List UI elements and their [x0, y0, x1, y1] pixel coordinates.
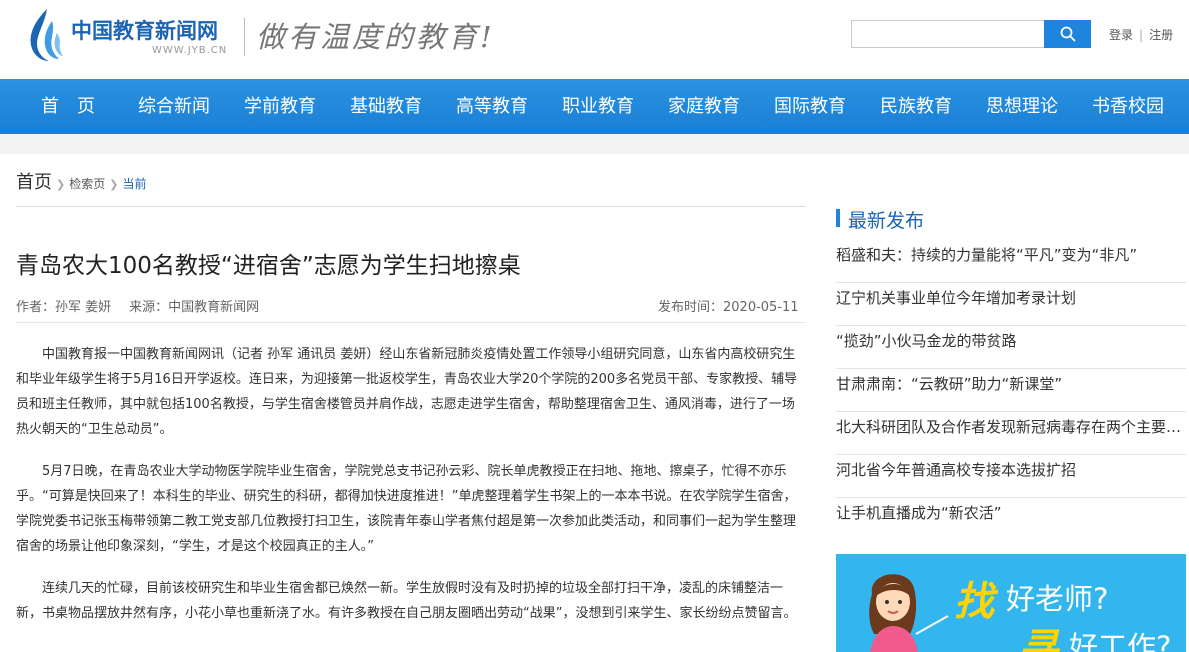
ad-keyword-find: 找	[954, 579, 994, 625]
site-slogan: 做有温度的教育!	[256, 20, 495, 54]
latest-news-item[interactable]: 辽宁机关事业单位今年增加考录计划	[836, 283, 1186, 326]
site-logo-url: WWW.JYB.CN	[152, 45, 228, 56]
latest-news-item[interactable]: 甘肃肃南：“云教研”助力“新课堂”	[836, 369, 1186, 412]
ad-keyword-seek: 寻	[1018, 626, 1058, 652]
flame-logo-icon[interactable]	[25, 7, 65, 63]
auth-links: 登录 | 注册	[1109, 26, 1173, 43]
auth-separator: |	[1139, 28, 1144, 42]
latest-news-item[interactable]: “揽劲”小伙马金龙的带贫路	[836, 326, 1186, 369]
login-link[interactable]: 登录	[1109, 28, 1133, 42]
latest-news-item[interactable]: 北大科研团队及合作者发现新冠病毒存在两个主要亚型	[836, 412, 1186, 455]
search-icon	[1060, 26, 1075, 42]
nav-item-home[interactable]: 首 页	[41, 79, 95, 134]
article-body: 中国教育报一中国教育新闻网讯（记者 孙军 通讯员 姜妍）经山东省新冠肺炎疫情处置…	[16, 342, 806, 643]
nav-item-preschool[interactable]: 学前教育	[244, 79, 316, 134]
breadcrumb: 首页 ❯ 检索页 ❯ 当前	[16, 168, 146, 194]
latest-news-item[interactable]: 河北省今年普通高校专接本选拔扩招	[836, 455, 1186, 498]
breadcrumb-home[interactable]: 首页	[16, 172, 52, 193]
site-header: 中国教育新闻网 WWW.JYB.CN 做有温度的教育! 登录 | 注册	[0, 0, 1189, 79]
article-paragraph: 中国教育报一中国教育新闻网讯（记者 孙军 通讯员 姜妍）经山东省新冠肺炎疫情处置…	[16, 347, 798, 437]
search-button[interactable]	[1044, 20, 1091, 48]
article-publish-time: 发布时间：2020-05-11	[658, 300, 799, 315]
nav-item-campus[interactable]: 书香校园	[1092, 79, 1164, 134]
nav-item-theory[interactable]: 思想理论	[986, 79, 1058, 134]
chevron-right-icon: ❯	[109, 178, 119, 191]
site-logo-name[interactable]: 中国教育新闻网	[71, 15, 218, 45]
article-paragraph: 连续几天的忙碌，目前该校研究生和毕业生宿舍都已焕然一新。学生放假时没有及时扔掉的…	[16, 581, 797, 621]
section-marker	[836, 209, 840, 227]
article-source: 来源：中国教育新闻网	[129, 300, 260, 315]
latest-news-title: 最新发布	[848, 210, 925, 232]
page: 中国教育新闻网 WWW.JYB.CN 做有温度的教育! 登录 | 注册 首 页 综合…	[0, 0, 1189, 652]
section-spacer	[0, 134, 1189, 154]
register-link[interactable]: 注册	[1149, 28, 1173, 42]
meta-divider	[16, 322, 806, 323]
breadcrumb-current: 当前	[122, 177, 147, 191]
ad-text-job: 好工作?	[1069, 630, 1172, 652]
latest-news-item[interactable]: 稻盛和夫：持续的力量能将“平凡”变为“非凡”	[836, 240, 1186, 283]
article-title: 青岛农大100名教授“进宿舍”志愿为学生扫地擦桌	[16, 253, 521, 279]
search-input[interactable]	[851, 20, 1045, 48]
teacher-illustration-icon	[869, 574, 949, 652]
recruitment-ad-banner[interactable]: 找 好老师? 寻 好工作?	[836, 554, 1186, 652]
ad-text-teacher: 好老师?	[1006, 582, 1109, 616]
breadcrumb-divider	[16, 206, 806, 207]
logo-divider	[244, 18, 245, 56]
article-paragraph: 5月7日晚，在青岛农业大学动物医学院毕业生宿舍，学院党总支书记孙云彩、院长单虎教…	[16, 464, 797, 554]
nav-item-international[interactable]: 国际教育	[774, 79, 846, 134]
article-meta: 作者：孙军 姜妍 来源：中国教育新闻网	[16, 296, 259, 315]
nav-item-vocational[interactable]: 职业教育	[562, 79, 634, 134]
nav-item-ethnic[interactable]: 民族教育	[880, 79, 952, 134]
chevron-right-icon: ❯	[56, 178, 66, 191]
main-nav: 首 页 综合新闻 学前教育 基础教育 高等教育 职业教育 家庭教育 国际教育 民…	[0, 79, 1189, 134]
nav-item-higher[interactable]: 高等教育	[456, 79, 528, 134]
nav-item-news[interactable]: 综合新闻	[138, 79, 210, 134]
nav-item-family[interactable]: 家庭教育	[668, 79, 740, 134]
breadcrumb-search[interactable]: 检索页	[69, 177, 105, 191]
nav-item-basic[interactable]: 基础教育	[350, 79, 422, 134]
latest-news-item[interactable]: 让手机直播成为“新农活”	[836, 498, 1186, 541]
article-author: 作者：孙军 姜妍	[16, 300, 112, 315]
